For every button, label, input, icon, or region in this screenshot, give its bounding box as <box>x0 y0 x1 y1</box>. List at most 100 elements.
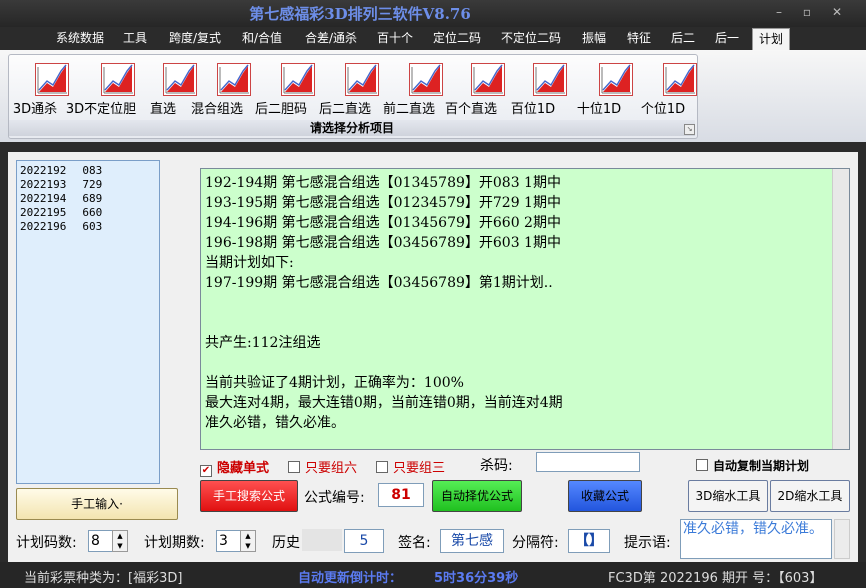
app-title: 第七感福彩3D排列三软件V8.76 <box>249 5 471 23</box>
output-line: 192-194期 第七感混合组选【01345789】开083 1期中 <box>205 175 561 191</box>
list-item-period: 2022195 <box>20 206 67 219</box>
output-line: 193-195期 第七感混合组选【01234579】开729 1期中 <box>205 195 561 211</box>
output-line: 准久必错，错久必准。 <box>205 415 345 431</box>
ribbon-button[interactable]: 百个直选 <box>445 60 505 117</box>
tab-tools[interactable]: 工具 <box>116 28 154 49</box>
ribbon-button[interactable]: 百位1D <box>511 60 567 117</box>
sign-label: 签名: <box>398 535 431 551</box>
history-blank <box>302 529 342 551</box>
vertical-scrollbar[interactable] <box>832 169 849 449</box>
chart-icon <box>281 63 315 96</box>
plan-codes-label: 计划码数: <box>16 535 77 551</box>
tab-hundreds[interactable]: 百十个 <box>370 28 420 49</box>
spin-down-icon[interactable]: ▼ <box>245 542 250 550</box>
list-item-period: 2022192 <box>20 164 67 177</box>
separator-label: 分隔符: <box>512 535 559 551</box>
tab-feature[interactable]: 特征 <box>620 28 658 49</box>
hint-scrollbar[interactable] <box>834 519 850 559</box>
ribbon-button[interactable]: 十位1D <box>577 60 633 117</box>
tab-nonposition-two[interactable]: 不定位二码 <box>494 28 568 49</box>
auto-copy-checkbox[interactable]: 自动复制当期计划 <box>696 457 810 473</box>
chart-icon <box>345 63 379 96</box>
spin-down-icon[interactable]: ▼ <box>117 542 122 550</box>
list-item-number: 660 <box>82 206 103 219</box>
tab-span[interactable]: 跨度/复式 <box>160 28 230 49</box>
formula-no-input[interactable]: 81 <box>378 483 424 507</box>
ribbon-caption: 请选择分析项目 <box>9 120 695 136</box>
ribbon-button[interactable]: 直选 <box>146 60 197 117</box>
countdown-value: 5时36分39秒 <box>434 571 519 586</box>
tab-last-two[interactable]: 后二 <box>664 28 702 49</box>
checkbox-checked-icon: ✔ <box>200 465 212 477</box>
ribbon-button[interactable]: 个位1D <box>641 60 697 117</box>
list-item[interactable]: 2022192 083 <box>20 164 102 177</box>
ribbon-button[interactable]: 3D通杀 <box>13 60 69 117</box>
hide-single-checkbox[interactable]: ✔ 隐藏单式 <box>200 457 269 477</box>
list-item[interactable]: 2022193 729 <box>20 178 102 191</box>
last-draw: FC3D第 2022196 期开 号：【603】 <box>608 571 823 586</box>
ribbon-button-label: 百位1D <box>510 102 556 117</box>
spin-up-icon[interactable]: ▲ <box>117 532 122 540</box>
tab-last-one[interactable]: 后一 <box>708 28 746 49</box>
sign-input[interactable]: 第七感 <box>440 529 504 553</box>
tab-amplitude[interactable]: 振幅 <box>575 28 613 49</box>
plan-periods-input[interactable]: 3 <box>216 530 242 552</box>
auto-optimize-button[interactable]: 自动择优公式 <box>432 480 522 512</box>
plan-codes-spinner[interactable]: ▲ ▼ <box>112 530 128 552</box>
spin-up-icon[interactable]: ▲ <box>245 532 250 540</box>
tab-system-data[interactable]: 系统数据 <box>50 28 110 49</box>
tab-plan[interactable]: 计划 <box>752 28 790 50</box>
list-item[interactable]: 2022195 660 <box>20 206 102 219</box>
chart-icon <box>217 63 251 96</box>
ribbon-button[interactable]: 前二直选 <box>383 60 443 117</box>
list-item[interactable]: 2022194 689 <box>20 192 102 205</box>
output-line: 194-196期 第七感混合组选【01345679】开660 2期中 <box>205 215 561 231</box>
shrink-3d-button[interactable]: 3D缩水工具 <box>688 480 768 512</box>
list-item-number: 603 <box>82 220 103 233</box>
favorite-formula-button[interactable]: 收藏公式 <box>568 480 642 512</box>
tab-sum[interactable]: 和/合值 <box>236 28 288 49</box>
checkbox-icon <box>696 459 708 471</box>
ribbon-button[interactable]: 混合组选 <box>191 60 251 117</box>
ribbon-button[interactable]: 后二直选 <box>319 60 379 117</box>
tab-diff[interactable]: 合差/通杀 <box>296 28 366 49</box>
tab-position-two[interactable]: 定位二码 <box>426 28 488 49</box>
only-g3-checkbox[interactable]: 只要组三 <box>376 457 445 476</box>
auto-copy-label: 自动复制当期计划 <box>713 459 810 473</box>
history-list[interactable]: 2022192 083 2022193 729 2022194 689 2022195 660… <box>16 160 160 484</box>
plan-output-text: 192-194期 第七感混合组选【01345789】开083 1期中 193-19… <box>201 169 829 449</box>
output-line: 当前共验证了4期计划，正确率为：100% <box>205 375 464 391</box>
plan-periods-spinner[interactable]: ▲ ▼ <box>240 530 256 552</box>
chart-icon <box>101 63 135 96</box>
kill-code-input[interactable] <box>536 452 640 472</box>
list-item-period: 2022194 <box>20 192 67 205</box>
output-line: 197-199期 第七感混合组选【03456789】第1期计划.. <box>205 275 553 291</box>
lottery-type: 当前彩票种类为：[福彩3D] <box>24 571 183 586</box>
only-g6-checkbox[interactable]: 只要组六 <box>288 457 357 476</box>
maximize-button[interactable]: ▫ <box>796 5 818 19</box>
formula-no-label: 公式编号: <box>304 490 365 506</box>
hint-label: 提示语: <box>624 535 671 551</box>
hint-input[interactable]: 准久必错，错久必准。 <box>680 519 832 559</box>
close-button[interactable]: ✕ <box>826 5 848 19</box>
countdown-label: 自动更新倒计时： <box>298 571 403 586</box>
minimize-button[interactable]: – <box>768 5 790 19</box>
shrink-2d-button[interactable]: 2D缩水工具 <box>770 480 850 512</box>
plan-codes-input[interactable]: 8 <box>88 530 114 552</box>
ribbon-button-label: 后二直选 <box>318 102 371 117</box>
list-item[interactable]: 2022196 603 <box>20 220 102 233</box>
dialog-launcher-icon[interactable]: ↘ <box>684 124 695 135</box>
list-item-period: 2022196 <box>20 220 67 233</box>
manual-input-button[interactable]: 手工输入· <box>16 488 178 520</box>
ribbon-button[interactable]: 后二胆码 <box>255 60 315 117</box>
ribbon-button-label: 十位1D <box>576 102 622 117</box>
list-item-period: 2022193 <box>20 178 67 191</box>
plan-output[interactable]: 192-194期 第七感混合组选【01345789】开083 1期中 193-19… <box>200 168 850 450</box>
ribbon-button[interactable]: 3D不定位胆 <box>66 60 136 117</box>
manual-search-button[interactable]: 手工搜索公式 <box>200 480 298 512</box>
chart-icon <box>663 63 697 96</box>
output-line: 共产生:112注组选 <box>205 335 321 351</box>
history-input[interactable]: 5 <box>344 529 384 553</box>
list-item-number: 689 <box>82 192 103 205</box>
separator-input[interactable]: 【】 <box>568 529 610 553</box>
